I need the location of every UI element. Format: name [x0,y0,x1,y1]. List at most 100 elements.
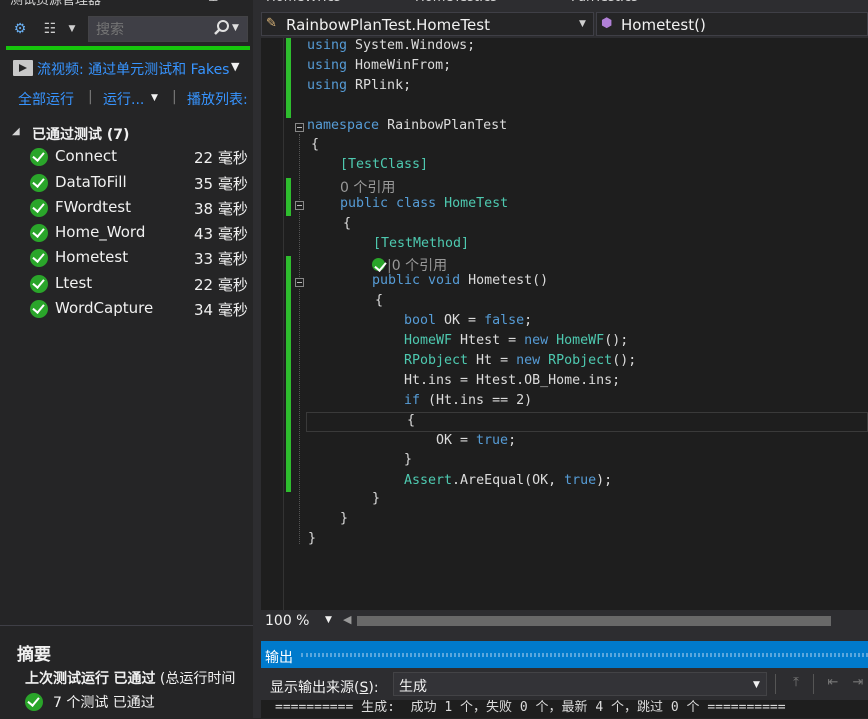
separator: | [172,89,177,105]
codelens-references[interactable]: 0 个引用 [340,177,395,197]
collapse-triangle-icon[interactable]: ◢ [12,126,20,137]
playlist-link[interactable]: 流视频: 通过单元测试和 Fakes ▼ [10,58,253,80]
scroll-left-icon[interactable]: ◀ [343,613,351,626]
run-settings-icon[interactable]: ⚙ [10,19,30,39]
search-icon[interactable] [213,19,231,39]
indicator-margin[interactable] [261,38,284,610]
output-source-select[interactable]: 生成 ▼ [393,672,767,696]
fold-guide [299,212,301,277]
tab-hometest[interactable]: HomeTest.cs [415,0,497,8]
test-duration: 38 毫秒 [194,200,248,218]
code-line: } [372,491,381,506]
tab-funtest[interactable]: FunTest.cs [571,0,638,8]
fold-guide [299,289,301,544]
test-row[interactable]: FWordtest 38 毫秒 [30,198,250,220]
last-run-status[interactable]: 已通过 [113,671,155,687]
passed-tests-group[interactable]: ◢ 已通过测试 (7) [12,124,252,144]
test-row[interactable]: Home_Word 43 毫秒 [30,223,250,245]
summary-panel: 摘要 上次测试运行 已通过 (总运行时间 7 个测试 已通过 [0,625,253,719]
last-run-line: 上次测试运行 已通过 (总运行时间 [25,668,251,688]
test-name: FWordtest [55,198,131,216]
test-row[interactable]: DataToFill 35 毫秒 [30,173,250,195]
run-dropdown-icon[interactable]: ▼ [151,93,158,103]
changed-lines-marker [286,256,291,492]
test-name: Ltest [55,274,93,292]
search-box[interactable]: ▼ [88,16,248,42]
test-explorer-titlebar: 测试资源管理器 ⊥ ✕ [0,0,253,8]
code-line: [TestClass] [340,157,429,172]
passed-check-icon [25,693,43,711]
zoom-dropdown[interactable]: 100 % ▼ [263,612,339,630]
close-icon[interactable]: ✕ [230,0,242,4]
test-name: Hometest [55,248,129,266]
code-line: [TestMethod] [373,236,470,251]
group-by-dropdown-icon[interactable]: ▼ [62,19,82,39]
code-line: Ht.ins = Htest.OB_Home.ins; [404,373,621,388]
test-duration: 33 毫秒 [194,250,248,268]
test-row[interactable]: Connect 22 毫秒 [30,147,250,169]
code-line: Assert.AreEqual(OK, true); [404,473,613,488]
chevron-down-icon[interactable]: ▼ [325,615,332,625]
chevron-down-icon[interactable]: ▼ [231,60,239,73]
group-title: 已通过测试 (7) [32,127,130,143]
chevron-down-icon[interactable]: ▼ [579,19,586,29]
code-line: if (Ht.ins == 2) [404,393,533,408]
member-name: Hometest() [621,16,706,34]
code-line: HomeWF Htest = new HomeWF(); [404,333,629,348]
document-tabs: HomeWF.cs HomeTest.cs FunTest.cs [261,0,868,8]
last-run-suffix: (总运行时间 [159,671,236,687]
output-text-area[interactable]: ========== 生成: 成功 1 个，失败 0 个，最新 4 个，跳过 0… [261,700,868,718]
test-name: Connect [55,147,118,165]
fold-toggle-icon[interactable] [295,123,304,132]
group-by-icon[interactable]: ☷ [40,19,60,39]
code-line: using HomeWinFrom; [307,58,452,73]
output-source-label: 显示输出来源(S): [270,680,379,696]
horizontal-scrollbar-thumb[interactable] [357,616,831,626]
code-line: bool OK = false; [404,313,533,328]
chevron-down-icon[interactable]: ▼ [753,680,760,690]
codelens-references[interactable]: |0 个引用 [372,255,447,275]
output-source-value: 生成 [399,679,427,695]
code-line: { [407,413,416,428]
go-to-previous-message-icon[interactable]: ⤒ [787,675,805,693]
run-all-link[interactable]: 全部运行 [18,89,74,109]
type-dropdown[interactable]: ✎ RainbowPlanTest.HomeTest ▼ [261,12,594,36]
panel-gap [261,632,868,641]
code-editor[interactable]: using System.Windows; using HomeWinFrom;… [261,38,868,610]
editor-bottom-bar: 100 % ▼ ◀ [261,610,868,632]
video-icon [13,60,33,76]
test-row[interactable]: Ltest 22 毫秒 [30,274,250,296]
code-line: using RPlink; [307,78,412,93]
navigation-bar: ✎ RainbowPlanTest.HomeTest ▼ ⬢ Hometest(… [261,8,868,39]
pin-icon[interactable]: ⊥ [208,0,218,4]
clear-all-icon[interactable]: ⇥ [849,675,867,693]
search-dropdown-icon[interactable]: ▼ [232,23,239,33]
code-line: { [311,137,320,152]
search-input[interactable] [94,20,216,40]
summary-heading: 摘要 [17,645,51,665]
class-icon: ✎ [266,16,277,31]
code-line: } [308,531,317,546]
fold-toggle-icon[interactable] [295,278,304,287]
test-name: WordCapture [55,299,154,317]
test-name: Home_Word [55,223,146,241]
fold-toggle-icon[interactable] [295,201,304,210]
output-titlebar[interactable]: 输出 [261,641,868,668]
test-passed-icon[interactable] [372,258,385,271]
panel-splitter[interactable] [253,0,261,718]
run-link[interactable]: 运行... [103,89,144,109]
separator: | [88,89,93,105]
playlist-menu-link[interactable]: 播放列表: [187,89,248,109]
output-line: ========== 生成: 成功 1 个，失败 0 个，最新 4 个，跳过 0… [275,700,786,715]
passed-check-icon [30,224,48,242]
toolbar-separator [775,674,776,694]
test-duration: 22 毫秒 [194,276,248,294]
test-duration: 22 毫秒 [194,149,248,167]
tab-homewf[interactable]: HomeWF.cs [266,0,341,8]
test-row[interactable]: WordCapture 34 毫秒 [30,299,250,321]
test-row[interactable]: Hometest 33 毫秒 [30,248,250,270]
go-to-next-message-icon[interactable]: ⇤ [824,675,842,693]
member-dropdown[interactable]: ⬢ Hometest() [596,12,868,36]
passed-check-icon [30,300,48,318]
passed-count-row[interactable]: 7 个测试 已通过 [25,691,253,713]
